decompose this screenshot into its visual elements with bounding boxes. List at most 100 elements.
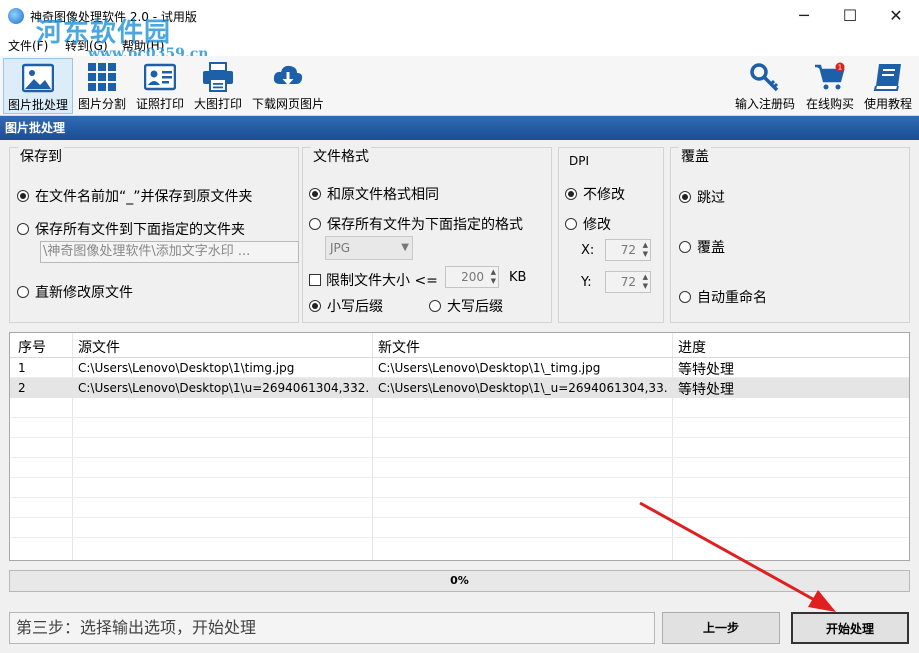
row-divider [10, 517, 909, 518]
cloud-download-icon [273, 65, 303, 85]
column-header-progress[interactable]: 进度 [678, 337, 706, 357]
overwrite-group: 覆盖 跳过 覆盖 自动重命名 [670, 146, 910, 323]
dpi-y-label: Y: [581, 275, 592, 290]
radio-indicator [309, 188, 321, 200]
maximize-button[interactable]: ☐ [827, 0, 873, 32]
radio-indicator [679, 291, 691, 303]
radio-indicator [309, 218, 321, 230]
row-divider [10, 457, 909, 458]
tool-label: 图片分割 [77, 97, 126, 111]
tool-large-print[interactable]: 大图打印 [190, 58, 246, 114]
radio-indicator [429, 300, 441, 312]
radio-label: 覆盖 [697, 240, 725, 256]
radio-dpi-modify[interactable]: 修改 [565, 214, 611, 234]
tool-id-print[interactable]: 证照打印 [132, 58, 188, 114]
spinner-arrows-icon[interactable]: ▲ ▼ [643, 273, 648, 291]
column-header-source[interactable]: 源文件 [78, 337, 120, 357]
chevron-down-icon: ▼ [401, 242, 409, 253]
radio-label: 直新修改原文件 [35, 285, 133, 301]
printer-icon [203, 62, 233, 92]
radio-label: 在文件名前加“_”并保存到原文件夹 [35, 189, 253, 205]
checkbox-limit-size[interactable]: 限制文件大小 <= [309, 270, 438, 290]
tool-buy-online[interactable]: 1 在线购买 [802, 58, 858, 114]
cell-index: 1 [18, 361, 26, 375]
image-icon [22, 63, 54, 93]
spinner-arrows-icon[interactable]: ▲ ▼ [643, 241, 648, 259]
tool-enter-reg-code[interactable]: 输入注册码 [733, 58, 797, 114]
group-title: 覆盖 [679, 146, 711, 166]
radio-label: 保存所有文件到下面指定的文件夹 [35, 222, 245, 238]
save-to-group: 保存到 在文件名前加“_”并保存到原文件夹 保存所有文件到下面指定的文件夹 \神… [9, 146, 299, 323]
radio-same-format[interactable]: 和原文件格式相同 [309, 184, 439, 204]
checkbox-indicator [309, 274, 321, 286]
tool-label: 在线购买 [805, 97, 854, 111]
radio-indicator [679, 241, 691, 253]
key-icon [750, 63, 779, 92]
size-unit: KB [509, 270, 527, 285]
folder-path-input[interactable]: \神奇图像处理软件\添加文字水印 ... [40, 241, 299, 263]
spinner-arrows-icon[interactable]: ▲ ▼ [491, 268, 496, 286]
radio-indicator [17, 223, 29, 235]
radio-save-to-folder[interactable]: 保存所有文件到下面指定的文件夹 [17, 219, 245, 239]
radio-overwrite[interactable]: 覆盖 [679, 237, 725, 257]
radio-label: 大写后缀 [447, 299, 503, 315]
cell-progress: 等特处理 [678, 382, 734, 398]
table-row[interactable]: 2 C:\Users\Lenovo\Desktop\1\u=2694061304… [10, 378, 909, 398]
dpi-x-value: 72 [620, 243, 636, 257]
radio-lowercase-ext[interactable]: 小写后缀 [309, 296, 383, 316]
app-logo-icon [8, 8, 24, 24]
tool-label: 使用教程 [863, 97, 912, 111]
row-divider [10, 477, 909, 478]
group-title: DPI [567, 154, 592, 168]
tool-batch-image[interactable]: 图片批处理 [3, 58, 73, 114]
cell-target: C:\Users\Lenovo\Desktop\1\_timg.jpg [378, 361, 601, 375]
radio-skip[interactable]: 跳过 [679, 187, 725, 207]
format-select[interactable]: JPG ▼ [325, 236, 413, 260]
row-divider [10, 417, 909, 418]
dpi-group: DPI 不修改 修改 X: 72 ▲ ▼ Y: 72 ▲ ▼ [558, 147, 664, 323]
radio-dpi-keep[interactable]: 不修改 [565, 184, 625, 204]
radio-label: 不修改 [583, 187, 625, 203]
tool-image-split[interactable]: 图片分割 [74, 58, 130, 114]
radio-auto-rename[interactable]: 自动重命名 [679, 287, 767, 307]
cell-target: C:\Users\Lenovo\Desktop\1\_u=2694061304,… [378, 381, 668, 395]
id-card-icon [144, 63, 176, 91]
grid-icon [88, 63, 116, 91]
table-row[interactable]: 1 C:\Users\Lenovo\Desktop\1\timg.jpg C:\… [10, 358, 909, 378]
book-icon [873, 64, 901, 91]
radio-indicator [309, 300, 321, 312]
radio-prefix-save-original[interactable]: 在文件名前加“_”并保存到原文件夹 [17, 186, 253, 206]
progress-bar: 0% [9, 570, 910, 592]
cart-badge: 1 [838, 64, 842, 72]
tool-tutorial[interactable]: 使用教程 [860, 58, 916, 114]
dpi-x-input[interactable]: 72 ▲ ▼ [605, 239, 651, 261]
column-header-index[interactable]: 序号 [18, 337, 46, 357]
radio-specified-format[interactable]: 保存所有文件为下面指定的格式 [309, 214, 523, 234]
dpi-y-input[interactable]: 72 ▲ ▼ [605, 271, 651, 293]
file-table[interactable]: 序号 源文件 新文件 进度 1 C:\Users\Lenovo\Desktop\… [9, 332, 910, 561]
tool-label: 输入注册码 [734, 97, 795, 111]
section-header: 图片批处理 [0, 116, 919, 140]
close-button[interactable]: ✕ [873, 0, 919, 32]
radio-uppercase-ext[interactable]: 大写后缀 [429, 296, 503, 316]
radio-label: 小写后缀 [327, 299, 383, 315]
toolbar: 图片批处理 图片分割 证照打印 大图打印 下载网页图片 输入注册码 1 在线购买… [0, 56, 919, 116]
radio-indicator [679, 191, 691, 203]
minimize-button[interactable]: ─ [781, 0, 827, 32]
dpi-y-value: 72 [620, 275, 636, 289]
cell-source: C:\Users\Lenovo\Desktop\1\u=2694061304,3… [78, 381, 368, 395]
column-header-target[interactable]: 新文件 [378, 337, 420, 357]
size-limit-input[interactable]: 200 ▲ ▼ [445, 266, 499, 288]
format-select-value: JPG [330, 241, 351, 255]
cell-index: 2 [18, 381, 26, 395]
cell-progress: 等特处理 [678, 362, 734, 378]
file-format-group: 文件格式 和原文件格式相同 保存所有文件为下面指定的格式 JPG ▼ 限制文件大… [302, 146, 552, 323]
radio-indicator [565, 188, 577, 200]
group-title: 文件格式 [311, 146, 371, 166]
previous-step-button[interactable]: 上一步 [662, 612, 780, 644]
tool-download-web-images[interactable]: 下载网页图片 [249, 58, 327, 114]
radio-modify-original[interactable]: 直新修改原文件 [17, 282, 133, 302]
cart-icon: 1 [815, 62, 845, 90]
tool-label: 下载网页图片 [251, 97, 324, 111]
start-processing-button[interactable]: 开始处理 [791, 612, 909, 644]
